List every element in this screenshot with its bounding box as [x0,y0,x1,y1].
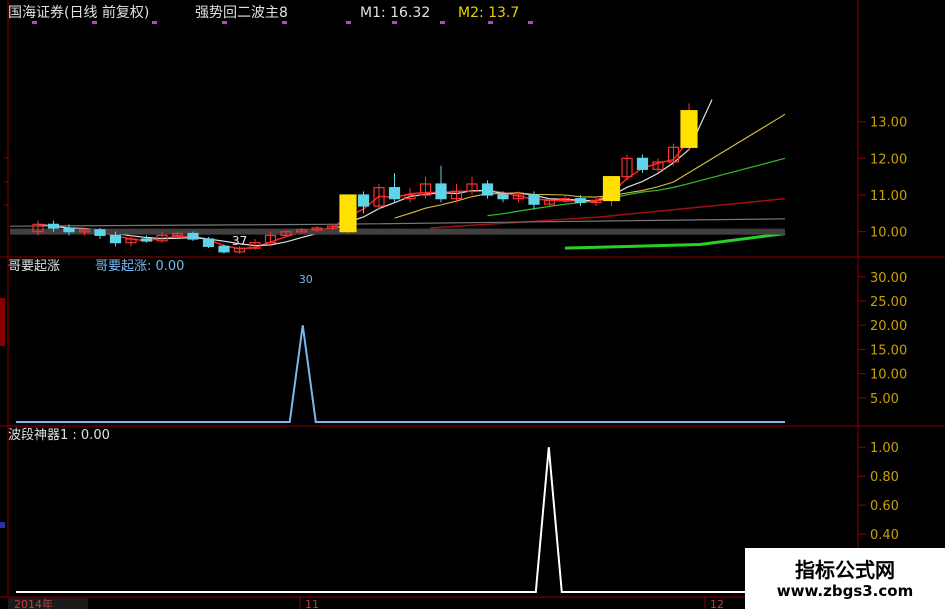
chart-header: 国海证券(日线 前复权) 强势回二波主8 M1: 16.32 M2: 13.7 [8,4,533,24]
ind2-tick-label: 0.60 [870,499,899,514]
ind2-tick-label: 0.80 [870,470,899,485]
panel-borders [0,0,945,598]
low-price-label: 37 [232,234,247,248]
indicator-title: 强势回二波主8 [195,5,288,21]
ma-long-green-line [564,232,786,250]
m1-label: M1: 16.32 [360,5,430,21]
ind2-tick-label: 0.40 [870,528,899,543]
price-tick-label: 10.00 [870,226,907,241]
stock-title: 国海证券(日线 前复权) [8,4,149,21]
candle-body[interactable] [109,234,122,244]
candle-body[interactable] [140,238,153,242]
candle-body[interactable] [202,238,215,247]
signal-candle[interactable] [602,176,621,202]
candle-body[interactable] [435,183,447,200]
indicator1-axis: 5.00 10.00 15.00 20.00 25.00 30.00 [858,271,907,407]
candle-body[interactable] [497,194,509,200]
ind2-tick-label: 1.00 [870,441,899,456]
indicator2-header: 波段神器1 : 0.00 [8,428,110,443]
signal-candle[interactable] [339,194,357,233]
indicator1-title: 哥要起涨 [8,259,60,274]
indicator2-value: 波段神器1 : 0.00 [8,428,110,443]
indicator2-axis: 0.40 0.60 0.80 1.00 [858,441,899,543]
candle-body[interactable] [388,187,401,200]
price-annotations: 37 [232,234,247,248]
price-tick-label: 12.00 [870,152,907,167]
candle-body[interactable] [187,232,199,240]
ind1-spike-marker: 30 [299,273,313,286]
ind1-tick-label: 15.00 [870,343,907,358]
ind2-series-line[interactable] [16,447,783,593]
moving-averages [9,99,786,250]
ind1-tick-label: 20.00 [870,319,907,334]
time-label-2014: 2014年 [14,597,53,609]
m2-label: M2: 13.7 [458,5,519,21]
ind1-tick-label: 10.00 [870,368,907,383]
ind1-tick-label: 5.00 [870,392,899,407]
price-tick-label: 11.00 [870,189,907,204]
indicator2-line[interactable] [16,447,783,593]
header-tick-marks [32,21,533,24]
ma-green-line [487,157,786,217]
price-axis: 10.00 11.00 12.00 13.00 [4,116,907,241]
ind1-series-line[interactable] [16,325,785,423]
indicator1-value: 哥要起涨: 0.00 [95,259,184,274]
watermark-url: www.zbgs3.com [776,582,914,600]
candle-body[interactable] [47,223,60,229]
candle-body[interactable] [574,198,587,203]
indicator1-header: 哥要起涨 哥要起涨: 0.00 [8,259,184,274]
candle-body[interactable] [481,183,494,196]
time-axis: 2014年 11 12 [8,597,724,609]
time-label-12: 12 [710,598,724,609]
stock-chart[interactable]: 国海证券(日线 前复权) 强势回二波主8 M1: 16.32 M2: 13.7 … [0,0,945,609]
ma-gray-line [9,218,786,227]
ind1-tick-label: 25.00 [870,295,907,310]
candle-body[interactable] [528,194,540,205]
candle-body[interactable] [94,229,106,236]
watermark-title: 指标公式网 [795,558,895,582]
ma-darkred-line [429,197,786,229]
candle-body[interactable] [63,227,75,233]
candle-body[interactable] [636,157,649,170]
ma-yellow-line [394,113,786,219]
watermark: 指标公式网 www.zbgs3.com [745,548,945,609]
ind1-tick-label: 30.00 [870,271,907,286]
indicator1-line[interactable]: 30 [16,273,785,423]
signal-candle[interactable] [680,110,698,148]
left-edge-markers [0,298,5,528]
candle-body[interactable] [357,194,370,207]
time-label-11: 11 [305,598,319,609]
candle-body[interactable] [218,245,230,253]
price-tick-label: 13.00 [870,116,907,131]
